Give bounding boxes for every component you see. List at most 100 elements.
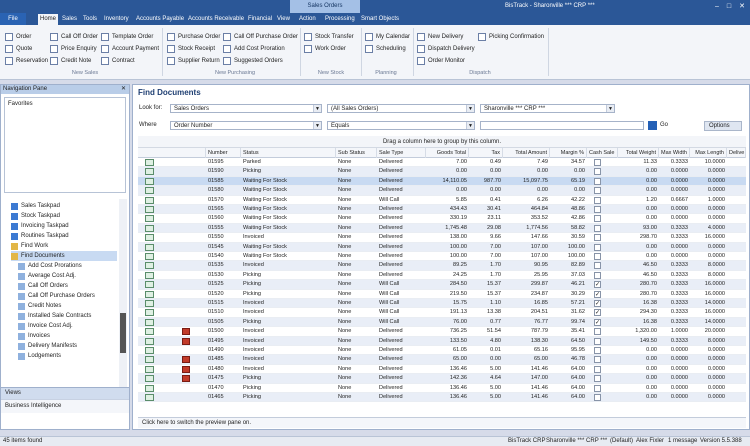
- tab-view[interactable]: View: [275, 14, 292, 25]
- table-row[interactable]: 01550 Invoiced None Delivered 138.00 9.66 147.…: [138, 233, 746, 243]
- table-row[interactable]: ✓ 01510 Invoiced None Will Call 191.13 13.38 20…: [138, 308, 746, 318]
- picking-confirmation-button[interactable]: Picking Confirmation: [478, 32, 544, 42]
- table-row[interactable]: 01480 Invoiced None Delivered 136.46 5.00 141.…: [138, 365, 746, 375]
- status-messages[interactable]: 1 message: [668, 437, 697, 446]
- nav-item-add-cost-prorations[interactable]: Add Cost Prorations: [18, 261, 82, 271]
- nav-item-call-off-purchase-orders[interactable]: Call Off Purchase Orders: [18, 291, 95, 301]
- column-header-cash-sale[interactable]: Cash Sale: [587, 148, 618, 158]
- tab-sales[interactable]: Sales: [60, 14, 79, 25]
- call-off-order-button[interactable]: Call Off Order: [50, 32, 98, 42]
- column-header-sale-type[interactable]: Sale Type: [377, 148, 426, 158]
- cash-sale-checkbox[interactable]: [594, 196, 601, 204]
- table-row[interactable]: 01485 Invoiced None Delivered 65.00 0.00 65.00…: [138, 355, 746, 365]
- purchase-order-button[interactable]: Purchase Order: [167, 32, 220, 42]
- cash-sale-checkbox[interactable]: [594, 262, 601, 270]
- table-row[interactable]: ✓ 01520 Picking None Will Call 219.50 15.37 234…: [138, 290, 746, 299]
- table-row[interactable]: 01470 Picking None Delivered 136.46 5.00 141.4…: [138, 384, 746, 393]
- nav-item-stock-taskpad[interactable]: Stock Taskpad: [11, 211, 60, 221]
- table-row[interactable]: 01555 Waiting For Stock None Delivered 1,745…: [138, 223, 746, 234]
- table-row[interactable]: 01540 Waiting For Stock None Delivered 100.0…: [138, 252, 746, 262]
- tab-accounts-payable[interactable]: Accounts Payable: [134, 14, 186, 25]
- tab-inventory[interactable]: Inventory: [102, 14, 131, 25]
- stock-receipt-button[interactable]: Stock Receipt: [167, 44, 215, 54]
- nav-item-lodgements[interactable]: Lodgements: [18, 351, 61, 361]
- account-payment-button[interactable]: Account Payment: [101, 44, 159, 54]
- cash-sale-checkbox[interactable]: ✓: [594, 300, 601, 307]
- options-button[interactable]: Options: [704, 121, 742, 131]
- my-calendar-button[interactable]: My Calendar: [365, 32, 410, 42]
- column-header-delivery[interactable]: Delive: [727, 148, 746, 158]
- cash-sale-checkbox[interactable]: [594, 168, 601, 176]
- price-enquiry-button[interactable]: Price Enquiry: [50, 44, 97, 54]
- nav-item-delivery-manifests[interactable]: Delivery Manifests: [18, 341, 77, 351]
- supplier-return-button[interactable]: Supplier Return: [167, 56, 220, 66]
- cash-sale-checkbox[interactable]: [594, 328, 601, 336]
- new-delivery-button[interactable]: New Delivery: [417, 32, 463, 42]
- views-section[interactable]: Views: [1, 387, 129, 399]
- close-window-button[interactable]: ✕: [737, 2, 747, 11]
- cash-sale-checkbox[interactable]: [594, 337, 601, 345]
- cash-sale-checkbox[interactable]: [594, 177, 601, 185]
- tab-tools[interactable]: Tools: [81, 14, 99, 25]
- table-row[interactable]: 01565 Waiting For Stock None Delivered 434.4…: [138, 205, 746, 215]
- column-header-total-weight[interactable]: Total Weight: [618, 148, 659, 158]
- tab-home[interactable]: Home: [38, 14, 59, 25]
- nav-item-invoice-cost-adj[interactable]: Invoice Cost Adj.: [18, 321, 73, 331]
- preview-pane-toggle[interactable]: Click here to switch the preview pane on…: [138, 417, 746, 428]
- cash-sale-checkbox[interactable]: [594, 159, 601, 166]
- order-monitor-button[interactable]: Order Monitor: [417, 56, 465, 66]
- table-row[interactable]: 01500 Invoiced None Delivered 736.25 51.54 787…: [138, 327, 746, 337]
- cash-sale-checkbox[interactable]: [594, 356, 601, 364]
- nav-item-installed-sale-contracts[interactable]: Installed Sale Contracts: [18, 311, 91, 321]
- nav-item-invoicing-taskpad[interactable]: Invoicing Taskpad: [11, 221, 69, 231]
- scheduling-button[interactable]: Scheduling: [365, 44, 406, 54]
- operator-select[interactable]: Equals ▼: [327, 121, 475, 130]
- table-row[interactable]: ✓ 01525 Picking None Will Call 284.50 15.37 299…: [138, 280, 746, 290]
- column-header-goods-total[interactable]: Goods Total: [426, 148, 469, 158]
- cash-sale-checkbox[interactable]: [594, 375, 601, 383]
- table-row[interactable]: 01475 Picking None Delivered 142.36 4.64 147.0…: [138, 374, 746, 384]
- cash-sale-checkbox[interactable]: [594, 187, 601, 195]
- contract-button[interactable]: Contract: [101, 56, 135, 66]
- stock-transfer-button[interactable]: Stock Transfer: [304, 32, 354, 42]
- cash-sale-checkbox[interactable]: [594, 347, 601, 354]
- tab-accounts-receivable[interactable]: Accounts Receivable: [186, 14, 246, 25]
- branch-select[interactable]: Sharonville *** CRP *** ▼: [480, 104, 615, 113]
- table-row[interactable]: ✓ 01505 Picking None Will Call 76.00 0.77 76.77…: [138, 317, 746, 328]
- table-row[interactable]: 01580 Waiting For Stock None Delivered 0.00 0…: [138, 186, 746, 196]
- cash-sale-checkbox[interactable]: ✓: [594, 290, 601, 298]
- cash-sale-checkbox[interactable]: [594, 206, 601, 213]
- nav-item-call-off-orders[interactable]: Call Off Orders: [18, 281, 68, 291]
- minimize-button[interactable]: –: [712, 2, 722, 11]
- maximize-button[interactable]: □: [724, 2, 734, 11]
- nav-scrollbar-thumb[interactable]: [120, 313, 126, 353]
- cash-sale-checkbox[interactable]: [594, 253, 601, 260]
- suggested-orders-button[interactable]: Suggested Orders: [223, 56, 283, 66]
- table-row[interactable]: 01545 Waiting For Stock None Delivered 100.0…: [138, 242, 746, 252]
- column-header-sub-status[interactable]: Sub Status: [336, 148, 377, 158]
- nav-item-routines-taskpad[interactable]: Routines Taskpad: [11, 231, 69, 241]
- new-quote-button[interactable]: Quote: [5, 44, 32, 54]
- column-header-max-length[interactable]: Max Length: [690, 148, 727, 158]
- table-row[interactable]: 01495 Invoiced None Delivered 133.50 4.80 138.…: [138, 336, 746, 346]
- cash-sale-checkbox[interactable]: [594, 215, 601, 223]
- table-row[interactable]: ✓ 01515 Invoiced None Will Call 15.75 1.10 16.8…: [138, 299, 746, 309]
- table-row[interactable]: 01595 Parked None Delivered 7.00 0.49 7.49 34.5…: [138, 158, 746, 168]
- table-row[interactable]: 01490 Invoiced None Delivered 61.05 0.01 65.16…: [138, 346, 746, 356]
- cash-sale-checkbox[interactable]: [594, 365, 601, 373]
- table-row[interactable]: 01465 Picking None Delivered 136.46 5.00 141.4…: [138, 393, 746, 403]
- cash-sale-checkbox[interactable]: ✓: [594, 318, 601, 326]
- group-by-area[interactable]: Drag a column here to group by this colu…: [138, 136, 746, 148]
- close-pane-icon[interactable]: ✕: [121, 85, 126, 94]
- file-menu[interactable]: File: [0, 13, 26, 25]
- table-row[interactable]: 01560 Waiting For Stock None Delivered 330.1…: [138, 214, 746, 224]
- nav-item-find-documents[interactable]: Find Documents: [11, 251, 117, 261]
- table-row[interactable]: 01530 Picking None Delivered 24.25 1.70 25.95 3…: [138, 271, 746, 281]
- nav-item-average-cost-adj[interactable]: Average Cost Adj.: [18, 271, 76, 281]
- nav-item-invoices[interactable]: Invoices: [18, 331, 50, 341]
- template-order-button[interactable]: Template Order: [101, 32, 153, 42]
- go-button-label[interactable]: Go: [660, 122, 668, 128]
- nav-scrollbar[interactable]: [119, 199, 127, 387]
- column-header-tax[interactable]: Tax: [469, 148, 503, 158]
- credit-note-button[interactable]: Credit Note: [50, 56, 91, 66]
